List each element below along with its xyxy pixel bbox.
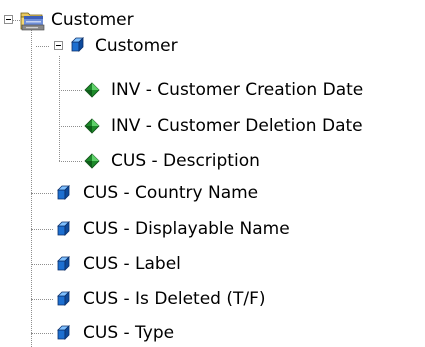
class-child-label[interactable]: INV - Customer Creation Date: [111, 79, 363, 101]
class-child-label[interactable]: CUS - Description: [111, 150, 260, 172]
class-label[interactable]: Customer: [95, 35, 178, 57]
cube-icon: [57, 185, 70, 200]
folder-icon: [20, 12, 45, 31]
tree-root-label[interactable]: Customer: [51, 9, 134, 31]
child-connector: [31, 264, 53, 265]
diamond-icon: [84, 118, 100, 134]
root-child-label[interactable]: CUS - Country Name: [83, 182, 258, 204]
cube-icon: [71, 37, 84, 52]
diamond-icon: [84, 153, 100, 169]
child-connector: [31, 299, 53, 300]
collapse-toggle-root[interactable]: [4, 15, 13, 24]
root-child-label[interactable]: CUS - Label: [83, 253, 181, 275]
tree-view[interactable]: Customer Customer INV - Customer Creatio…: [0, 0, 425, 347]
child-connector: [59, 161, 82, 162]
child-connector: [59, 90, 82, 91]
cube-icon: [57, 221, 70, 236]
child-connector: [31, 333, 53, 334]
cube-icon: [57, 291, 70, 306]
collapse-toggle-class[interactable]: [54, 41, 63, 50]
child-connector: [59, 126, 82, 127]
diamond-icon: [84, 82, 100, 98]
root-child-label[interactable]: CUS - Is Deleted (T/F): [83, 288, 266, 310]
class-child-label[interactable]: INV - Customer Deletion Date: [111, 115, 363, 137]
child-connector: [31, 229, 53, 230]
root-child-label[interactable]: CUS - Displayable Name: [83, 218, 290, 240]
root-connector: [13, 20, 20, 21]
class-branch-line: [59, 56, 60, 161]
child-connector: [31, 193, 53, 194]
cube-icon: [57, 325, 70, 340]
cube-icon: [57, 256, 70, 271]
root-child-label[interactable]: CUS - Type: [83, 322, 174, 344]
class-connector: [36, 46, 49, 47]
